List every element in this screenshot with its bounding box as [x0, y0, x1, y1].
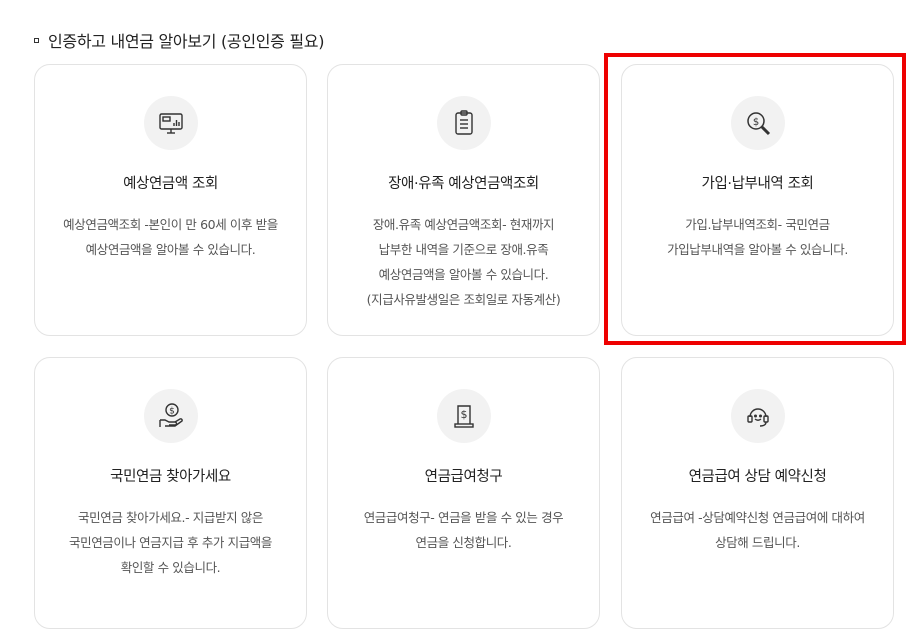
card-description: 국민연금 찾아가세요.- 지급받지 않은 국민연금이나 연금지급 후 추가 지급… — [69, 510, 272, 575]
card-title: 연금급여 상담 예약신청 — [688, 469, 827, 485]
card-title: 장애·유족 예상연금액조회 — [388, 176, 539, 192]
card-description: 예상연금액조회 -본인이 만 60세 이후 받을 예상연금액을 알아볼 수 있습… — [63, 217, 278, 257]
card-subscription-payment-history[interactable]: $ 가입·납부내역 조회 가입.납부내역조회- 국민연금 가입납부내역을 알아볼… — [621, 64, 894, 336]
section-title: 인증하고 내연금 알아보기 (공인인증 필요) — [34, 28, 324, 52]
card-description: 장애.유족 예상연금액조회- 현재까지 납부한 내역을 기준으로 장애.유족 예… — [366, 217, 561, 307]
card-description: 가입.납부내역조회- 국민연금 가입납부내역을 알아볼 수 있습니다. — [667, 217, 848, 257]
card-pension-claim[interactable]: $ 연금급여청구 연금급여청구- 연금을 받을 수 있는 경우 연금을 신청합니… — [327, 357, 600, 629]
document-dollar-icon: $ — [436, 389, 491, 443]
card-unclaimed-pension[interactable]: $ 국민연금 찾아가세요 국민연금 찾아가세요.- 지급받지 않은 국민연금이나… — [34, 357, 307, 629]
hand-coin-icon: $ — [143, 389, 198, 443]
headset-icon — [730, 389, 785, 443]
card-title: 연금급여청구 — [424, 469, 503, 485]
svg-text:$: $ — [169, 407, 175, 417]
card-title: 국민연금 찾아가세요 — [110, 469, 231, 485]
square-bullet-icon — [34, 37, 39, 43]
monitor-chart-icon — [143, 96, 198, 150]
svg-text:$: $ — [752, 117, 758, 128]
card-title: 예상연금액 조회 — [123, 176, 218, 192]
card-expected-pension[interactable]: 예상연금액 조회 예상연금액조회 -본인이 만 60세 이후 받을 예상연금액을… — [34, 64, 307, 336]
card-consultation-reservation[interactable]: 연금급여 상담 예약신청 연금급여 -상담예약신청 연금급여에 대하여 상담해 … — [621, 357, 894, 629]
card-description: 연금급여 -상담예약신청 연금급여에 대하여 상담해 드립니다. — [650, 510, 865, 550]
card-title: 가입·납부내역 조회 — [701, 176, 814, 192]
clipboard-icon — [436, 96, 491, 150]
card-description: 연금급여청구- 연금을 받을 수 있는 경우 연금을 신청합니다. — [363, 510, 564, 550]
card-disability-survivor-pension[interactable]: 장애·유족 예상연금액조회 장애.유족 예상연금액조회- 현재까지 납부한 내역… — [327, 64, 600, 336]
section-title-text: 인증하고 내연금 알아보기 (공인인증 필요) — [48, 32, 325, 51]
svg-text:$: $ — [460, 408, 467, 421]
dollar-search-icon: $ — [730, 96, 785, 150]
